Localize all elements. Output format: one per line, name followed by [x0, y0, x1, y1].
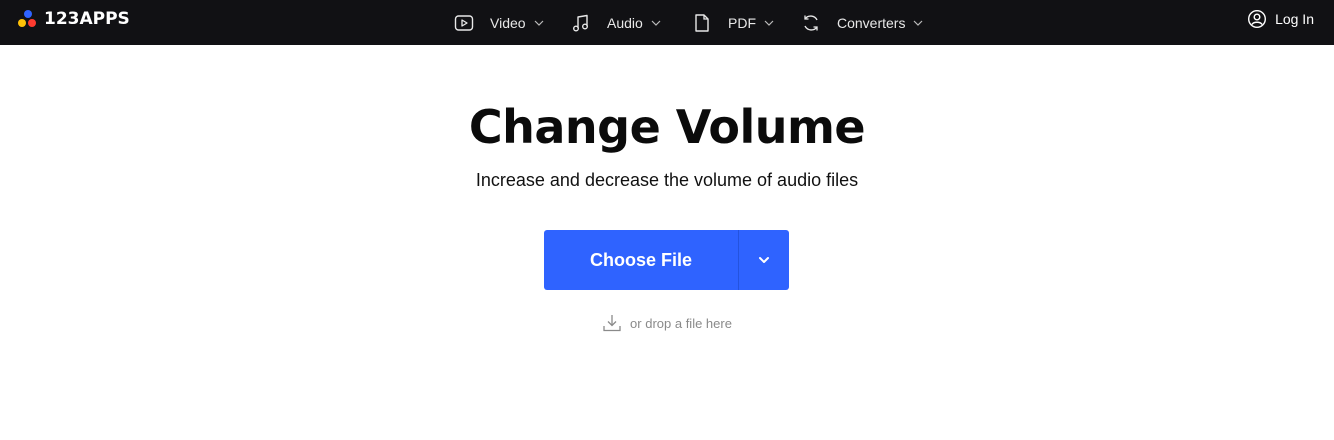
chevron-down-icon — [764, 20, 774, 26]
choose-file-control: Choose File — [544, 230, 789, 290]
logo-text: 123APPS — [44, 9, 130, 29]
download-icon — [603, 315, 621, 332]
logo-dots-icon — [18, 9, 38, 29]
top-navigation-bar: 123APPS Video Audio PDF Converters Log I… — [0, 0, 1334, 45]
chevron-down-icon — [914, 20, 923, 26]
music-note-icon — [573, 14, 588, 31]
logo[interactable]: 123APPS — [18, 9, 130, 29]
nav-pdf-label: PDF — [728, 14, 756, 31]
choose-file-dropdown-button[interactable] — [739, 230, 789, 290]
page-title: Change Volume — [468, 100, 866, 154]
page-subtitle: Increase and decrease the volume of audi… — [475, 170, 859, 190]
chevron-down-icon — [651, 20, 661, 26]
chevron-down-icon — [759, 257, 769, 263]
nav-pdf[interactable]: PDF — [692, 0, 774, 45]
convert-icon — [804, 14, 818, 31]
drop-hint-text: or drop a file here — [630, 315, 732, 331]
chevron-down-icon — [534, 20, 543, 26]
nav-video-label: Video — [490, 14, 526, 31]
user-circle-icon — [1248, 9, 1267, 29]
choose-file-button[interactable]: Choose File — [544, 230, 738, 290]
nav-converters-label: Converters — [837, 14, 906, 31]
drop-zone-hint: or drop a file here — [0, 313, 1334, 333]
nav-video[interactable]: Video — [454, 0, 544, 45]
nav-converters[interactable]: Converters — [801, 0, 923, 45]
document-icon — [695, 13, 709, 32]
login-button[interactable]: Log In — [1247, 0, 1314, 38]
nav-audio[interactable]: Audio — [571, 0, 661, 45]
video-icon — [454, 14, 474, 31]
nav-audio-label: Audio — [607, 14, 643, 31]
login-label: Log In — [1275, 11, 1314, 27]
